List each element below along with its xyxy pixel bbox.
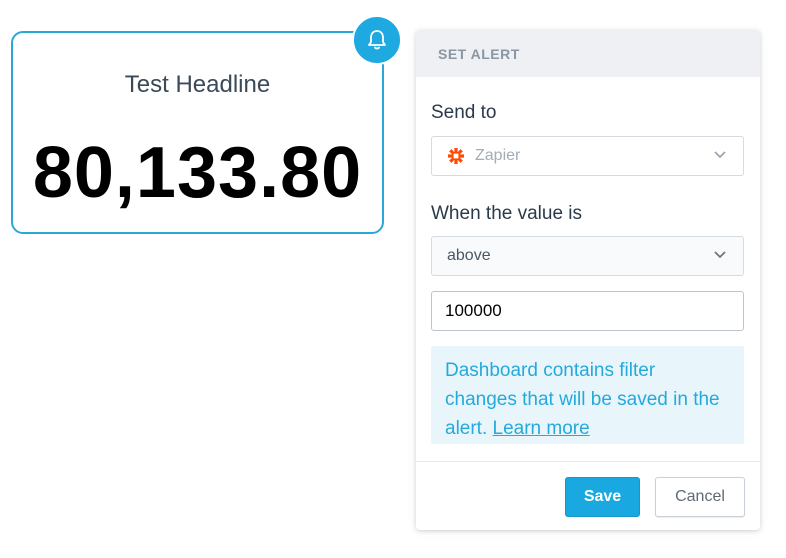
headline-title: Test Headline bbox=[124, 71, 271, 98]
zapier-icon bbox=[447, 147, 465, 165]
threshold-input[interactable]: 100000 bbox=[431, 291, 744, 331]
condition-value: above bbox=[447, 247, 491, 264]
send-to-select[interactable]: Zapier bbox=[431, 136, 744, 176]
send-to-value: Zapier bbox=[475, 147, 521, 164]
filter-info-message: Dashboard contains filter changes that w… bbox=[431, 346, 744, 444]
headline-value: 80,133.80 bbox=[32, 133, 363, 213]
divider bbox=[416, 461, 760, 462]
chevron-down-icon bbox=[714, 251, 726, 259]
bell-icon[interactable] bbox=[352, 15, 402, 65]
headline-card[interactable]: Test Headline 80,133.80 bbox=[11, 31, 384, 234]
learn-more-link[interactable]: Learn more bbox=[493, 418, 590, 439]
condition-label: When the value is bbox=[431, 203, 583, 224]
send-to-label: Send to bbox=[431, 102, 497, 123]
condition-select[interactable]: above bbox=[431, 236, 744, 276]
panel-header: SET ALERT bbox=[416, 30, 760, 77]
set-alert-panel: SET ALERT Send to Zapier When the value … bbox=[416, 30, 760, 530]
chevron-down-icon bbox=[714, 151, 726, 159]
save-button[interactable]: Save bbox=[565, 477, 640, 517]
cancel-button[interactable]: Cancel bbox=[655, 477, 745, 517]
